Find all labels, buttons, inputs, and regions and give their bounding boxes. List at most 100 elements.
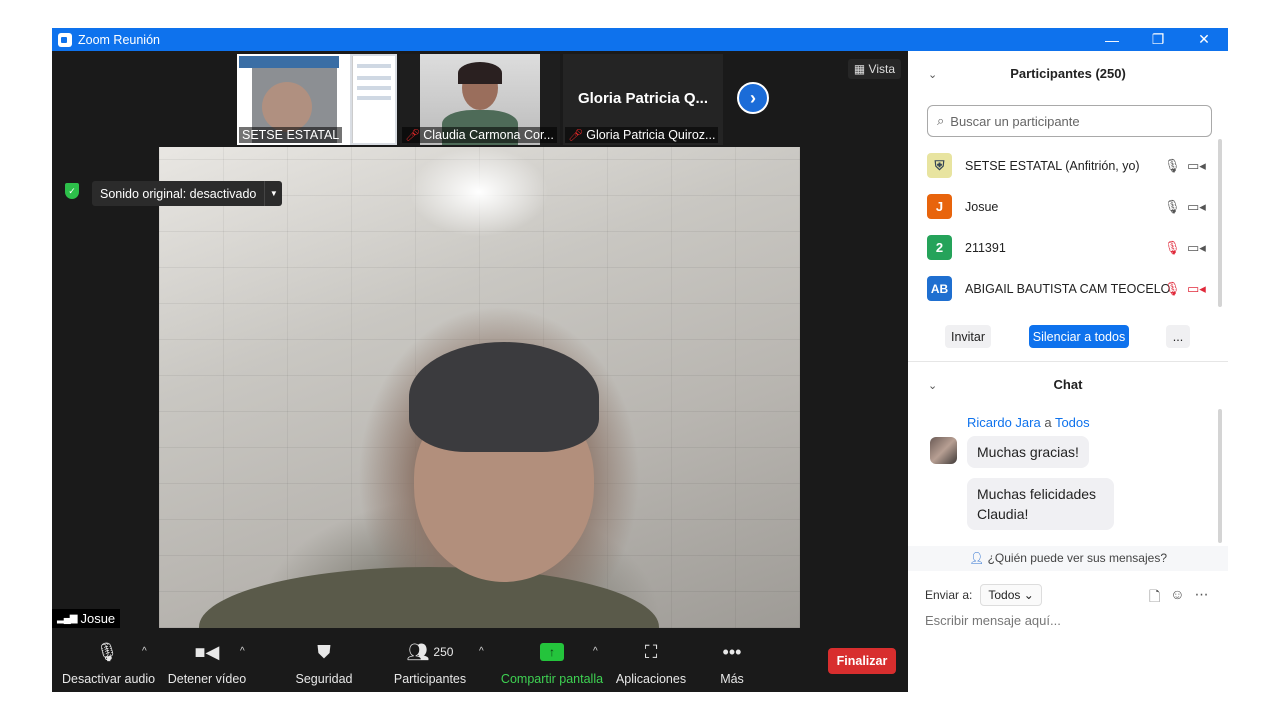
- thumbnail-label: 🎤︎ Gloria Patricia Quiroz...: [565, 127, 719, 143]
- microphone-icon[interactable]: 🎙︎: [1164, 158, 1181, 174]
- video-camera-icon[interactable]: ▭◂: [1187, 199, 1206, 215]
- chevron-right-icon: ›: [750, 87, 756, 108]
- participant-name: ABIGAIL BAUTISTA CAM TEOCELO: [965, 281, 1171, 296]
- thumbnail-gloria[interactable]: Gloria Patricia Q... 🎤︎ Gloria Patricia …: [563, 54, 723, 145]
- participants-options-caret[interactable]: ^: [479, 646, 484, 657]
- zoom-window: Zoom Reunión — ❐ ✕ SETSE ESTATAL 🎤︎ Clau…: [52, 28, 1228, 692]
- close-button[interactable]: ✕: [1181, 28, 1227, 51]
- microphone-icon: 🎙︎: [95, 641, 119, 662]
- video-camera-off-icon[interactable]: ▭◂: [1187, 281, 1206, 297]
- chat-panel-title: Chat: [1053, 377, 1083, 392]
- apps-button[interactable]: ⛶ Aplicaciones: [614, 638, 688, 687]
- more-dots-icon: •••: [722, 641, 742, 662]
- avatar: 2: [927, 235, 952, 260]
- chat-message-input[interactable]: Escribir mensaje aquí...: [925, 613, 1061, 628]
- side-panel: ⌄ Participantes (250) ⌕ Buscar un partic…: [908, 51, 1228, 692]
- participants-icon: 👥︎ 250: [406, 641, 454, 662]
- active-speaker-label: ▂▄▆ Josue: [52, 609, 121, 628]
- chat-sender[interactable]: Ricardo Jara: [967, 415, 1041, 430]
- participant-search-input[interactable]: ⌕ Buscar un participante: [927, 105, 1212, 137]
- window-title: Zoom Reunión: [78, 32, 160, 47]
- title-bar: Zoom Reunión — ❐ ✕: [52, 28, 1228, 51]
- security-button[interactable]: ⛊ Seguridad: [288, 638, 360, 687]
- restore-button[interactable]: ❐: [1135, 28, 1181, 51]
- send-to-dropdown[interactable]: Todos ⌄: [980, 584, 1042, 606]
- original-sound-toggle[interactable]: Sonido original: desactivado ▼: [92, 181, 283, 206]
- video-camera-icon: ■◀: [194, 641, 220, 662]
- more-dots-icon[interactable]: ⋯: [1195, 586, 1209, 610]
- participant-row[interactable]: AB ABIGAIL BAUTISTA CAM TEOCELO 🎙︎ ▭◂: [908, 268, 1228, 309]
- audio-options-caret[interactable]: ^: [142, 646, 147, 657]
- participants-panel-title: Participantes (250): [1010, 66, 1126, 81]
- view-label: Vista: [868, 62, 895, 76]
- share-screen-label: Compartir pantalla: [500, 672, 604, 686]
- chat-sender-line: Ricardo Jara a Todos: [967, 415, 1090, 430]
- encryption-shield-icon[interactable]: ✓: [65, 183, 79, 199]
- speaker-name: Josue: [80, 611, 116, 626]
- microphone-icon[interactable]: 🎙︎: [1164, 199, 1181, 215]
- participants-button[interactable]: 👥︎ 250 Participantes: [392, 638, 468, 687]
- avatar: J: [927, 194, 952, 219]
- participant-row[interactable]: ⛨ SETSE ESTATAL (Anfitrión, yo) 🎙︎ ▭◂: [908, 145, 1228, 186]
- chevron-down-icon[interactable]: ▼: [264, 181, 283, 206]
- chat-scrollbar[interactable]: [1218, 409, 1222, 543]
- shield-icon: ⛊: [317, 641, 331, 662]
- stop-video-button[interactable]: ■◀ Detener vídeo: [167, 638, 247, 687]
- thumbnail-claudia[interactable]: 🎤︎ Claudia Carmona Cor...: [400, 54, 560, 145]
- minimize-button[interactable]: —: [1089, 28, 1135, 51]
- thumbnail-label: 🎤︎ Claudia Carmona Cor...: [402, 127, 557, 143]
- invite-button[interactable]: Invitar: [945, 325, 991, 348]
- who-can-see-label: ¿Quién puede ver sus mensajes?: [987, 551, 1167, 565]
- send-to-row: Enviar a: Todos ⌄: [925, 584, 1042, 606]
- chat-recipient[interactable]: Todos: [1055, 415, 1090, 430]
- participant-row[interactable]: J Josue 🎙︎ ▭◂: [908, 186, 1228, 227]
- apps-icon: ⛶: [644, 641, 658, 662]
- original-sound-label[interactable]: Sonido original: desactivado: [92, 181, 265, 206]
- apps-label: Aplicaciones: [615, 672, 687, 686]
- video-stage: SETSE ESTATAL 🎤︎ Claudia Carmona Cor... …: [52, 51, 908, 692]
- thumbnail-label: SETSE ESTATAL: [239, 127, 343, 143]
- stop-video-label: Detener vídeo: [167, 672, 247, 686]
- share-options-caret[interactable]: ^: [593, 646, 598, 657]
- send-to-label: Enviar a:: [925, 588, 973, 602]
- participant-row[interactable]: 2 211391 🎙︎ ▭◂: [908, 227, 1228, 268]
- mute-all-button[interactable]: Silenciar a todos: [1029, 325, 1129, 348]
- chat-message: Muchas gracias!: [967, 436, 1089, 468]
- main-video: [159, 147, 800, 628]
- person-lock-icon: 👤︎: [968, 551, 985, 565]
- signal-strength-icon: ▂▄▆: [57, 613, 77, 624]
- microphone-muted-icon[interactable]: 🎙︎: [1164, 281, 1181, 297]
- view-button[interactable]: ▦ Vista: [847, 59, 901, 79]
- more-button[interactable]: ••• Más: [712, 638, 752, 687]
- mute-audio-label: Desactivar audio: [62, 672, 156, 686]
- chat-actions: 🗋︎ ☺︎ ⋯: [1149, 586, 1209, 610]
- who-can-see-messages-link[interactable]: 👤︎ ¿Quién puede ver sus mensajes?: [908, 546, 1228, 571]
- search-placeholder: Buscar un participante: [950, 113, 1080, 129]
- video-options-caret[interactable]: ^: [240, 646, 245, 657]
- next-page-button[interactable]: ›: [737, 82, 769, 114]
- end-meeting-button[interactable]: Finalizar: [828, 648, 896, 674]
- emoji-icon[interactable]: ☺︎: [1170, 586, 1184, 610]
- video-camera-icon[interactable]: ▭◂: [1187, 158, 1206, 174]
- thumbnail-setse[interactable]: SETSE ESTATAL: [237, 54, 397, 145]
- mute-audio-button[interactable]: 🎙︎ Desactivar audio: [62, 638, 156, 687]
- chat-to-word: a: [1044, 415, 1052, 430]
- avatar: [930, 437, 957, 464]
- file-icon[interactable]: 🗋︎: [1149, 586, 1160, 610]
- microphone-muted-icon[interactable]: 🎙︎: [1164, 240, 1181, 256]
- meeting-toolbar: 🎙︎ Desactivar audio ^ ■◀ Detener vídeo ^…: [52, 636, 908, 692]
- participant-name: Gloria Patricia Quiroz...: [586, 128, 716, 142]
- share-screen-button[interactable]: ↑ Compartir pantalla: [500, 638, 604, 686]
- mic-muted-icon: 🎤︎: [568, 128, 584, 142]
- participant-name: 211391: [965, 240, 1006, 255]
- participant-name: SETSE ESTATAL (Anfitrión, yo): [965, 158, 1140, 173]
- video-camera-icon[interactable]: ▭◂: [1187, 240, 1206, 256]
- participants-list: ⛨ SETSE ESTATAL (Anfitrión, yo) 🎙︎ ▭◂ J …: [908, 145, 1228, 309]
- participant-name: SETSE ESTATAL: [242, 128, 340, 142]
- participants-more-button[interactable]: ...: [1166, 325, 1190, 348]
- send-to-value: Todos: [988, 588, 1021, 602]
- participants-label: Participantes: [393, 672, 467, 686]
- avatar: ⛨: [927, 153, 952, 178]
- participant-name: Claudia Carmona Cor...: [423, 128, 554, 142]
- avatar: AB: [927, 276, 952, 301]
